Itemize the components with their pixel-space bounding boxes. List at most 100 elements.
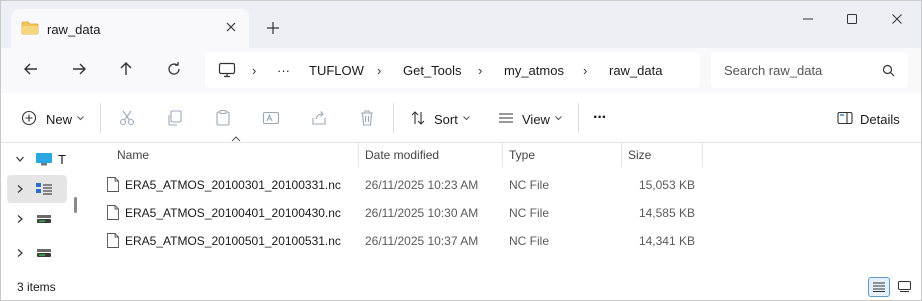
file-type: NC File <box>509 206 550 220</box>
tab-raw-data[interactable]: raw_data <box>11 9 249 48</box>
cut-icon[interactable] <box>118 109 136 127</box>
more-options-button[interactable]: ··· <box>589 107 615 129</box>
chevron-right-icon[interactable] <box>15 248 25 258</box>
column-header-label: Name <box>117 148 150 162</box>
file-name: ERA5_ATMOS_20100301_20100331.nc <box>125 178 341 192</box>
nav-item-label: T <box>58 152 66 167</box>
tiles-view-button[interactable] <box>894 277 916 297</box>
details-button-label: Details <box>860 112 900 127</box>
chevron-down-icon <box>463 116 470 121</box>
title-bar: raw_data <box>1 1 921 48</box>
sort-button[interactable]: Sort <box>408 107 474 129</box>
share-icon[interactable] <box>310 109 328 127</box>
more-options-icon: ··· <box>593 109 607 126</box>
new-button[interactable]: New <box>19 107 89 129</box>
search-input[interactable] <box>724 63 874 78</box>
add-circle-icon <box>21 110 37 126</box>
file-row[interactable]: ERA5_ATMOS_20100401_20100430.nc 26/11/20… <box>103 199 703 227</box>
explorer-window: raw_data › ··· TUFLOW › Get_Tools › my_a… <box>0 0 922 301</box>
file-size: 15,053 KB <box>638 178 695 192</box>
file-date-modified: 26/11/2025 10:37 AM <box>365 234 479 248</box>
file-icon <box>107 177 119 192</box>
file-type: NC File <box>509 178 550 192</box>
breadcrumb-item-raw-data[interactable]: raw_data <box>609 63 662 78</box>
divider <box>393 103 394 133</box>
chevron-down-icon <box>555 116 562 121</box>
up-arrow-icon[interactable] <box>116 59 136 79</box>
file-date-modified: 26/11/2025 10:30 AM <box>365 206 479 220</box>
rename-icon[interactable] <box>262 109 280 127</box>
nav-item-drive-2[interactable] <box>7 239 67 267</box>
copy-icon[interactable] <box>166 109 184 127</box>
file-size: 14,585 KB <box>638 206 695 220</box>
column-header-name[interactable]: Name <box>111 136 359 167</box>
new-tab-icon[interactable] <box>265 20 281 36</box>
new-button-label: New <box>46 112 73 127</box>
breadcrumb-item-my-atmos[interactable]: my_atmos <box>504 63 564 78</box>
drive-icon <box>37 215 51 223</box>
nav-item-this-pc[interactable]: T <box>7 145 67 173</box>
nav-item-drive-1[interactable] <box>7 205 67 233</box>
close-tab-icon[interactable] <box>223 19 239 35</box>
close-window-icon[interactable] <box>889 11 905 27</box>
details-view-icon <box>873 282 885 292</box>
maximize-icon[interactable] <box>844 11 860 27</box>
chevron-right-icon: › <box>583 63 588 78</box>
view-list-icon <box>499 113 513 123</box>
desktop-icon <box>36 153 52 166</box>
view-button-label: View <box>522 112 550 127</box>
tab-title: raw_data <box>47 22 101 37</box>
sort-icon <box>411 111 425 125</box>
column-header-label: Type <box>509 148 536 162</box>
file-row[interactable]: ERA5_ATMOS_20100501_20100531.nc 26/11/20… <box>103 227 703 255</box>
nav-item-network-drive[interactable] <box>7 175 67 203</box>
view-button[interactable]: View <box>496 107 566 129</box>
forward-arrow-icon[interactable] <box>69 59 89 79</box>
breadcrumb-overflow[interactable]: ··· <box>277 63 290 78</box>
chevron-right-icon: › <box>478 63 483 78</box>
breadcrumb[interactable]: › ··· TUFLOW › Get_Tools › my_atmos › ra… <box>205 52 700 88</box>
chevron-down-icon[interactable] <box>15 154 25 164</box>
navigation-pane-scrollbar[interactable] <box>74 197 77 213</box>
column-header-date-modified[interactable]: Date modified <box>359 143 503 167</box>
column-header-label: Size <box>628 148 652 162</box>
network-drive-icon <box>36 183 52 195</box>
details-pane-icon <box>837 111 853 125</box>
divider <box>100 103 101 133</box>
folder-icon <box>21 21 39 35</box>
chevron-right-icon: › <box>377 63 382 78</box>
file-size: 14,341 KB <box>638 234 695 248</box>
sort-ascending-icon <box>231 136 241 142</box>
chevron-right-icon[interactable] <box>15 184 25 194</box>
search-icon[interactable] <box>882 64 895 77</box>
divider <box>578 103 579 133</box>
refresh-icon[interactable] <box>164 59 184 79</box>
column-header-size[interactable]: Size <box>622 143 703 167</box>
chevron-right-icon[interactable] <box>15 214 25 224</box>
breadcrumb-item-get-tools[interactable]: Get_Tools <box>403 63 462 78</box>
details-view-button[interactable] <box>868 277 890 297</box>
this-pc-icon[interactable] <box>218 62 236 78</box>
command-bar: New Sort View ··· Details <box>1 93 921 143</box>
file-row[interactable]: ERA5_ATMOS_20100301_20100331.nc 26/11/20… <box>103 171 703 199</box>
item-count: 3 items <box>17 280 56 294</box>
chevron-down-icon <box>77 116 84 121</box>
navigation-pane: T <box>1 143 67 273</box>
breadcrumb-item-tuflow[interactable]: TUFLOW <box>309 63 364 78</box>
column-header-type[interactable]: Type <box>503 143 622 167</box>
file-list: Name Date modified Type Size ERA5_ATMOS_… <box>83 136 921 273</box>
file-date-modified: 26/11/2025 10:23 AM <box>365 178 479 192</box>
search-box[interactable] <box>711 52 908 88</box>
chevron-right-icon: › <box>252 63 257 78</box>
column-header-label: Date modified <box>365 148 440 162</box>
tiles-view-icon <box>898 281 911 292</box>
status-bar: 3 items <box>1 273 921 300</box>
address-bar: › ··· TUFLOW › Get_Tools › my_atmos › ra… <box>1 48 921 93</box>
paste-icon[interactable] <box>214 109 232 127</box>
delete-icon[interactable] <box>358 109 376 127</box>
back-arrow-icon[interactable] <box>21 59 41 79</box>
details-button[interactable]: Details <box>835 107 905 129</box>
file-type: NC File <box>509 234 550 248</box>
file-icon <box>107 205 119 220</box>
minimize-icon[interactable] <box>800 11 816 27</box>
